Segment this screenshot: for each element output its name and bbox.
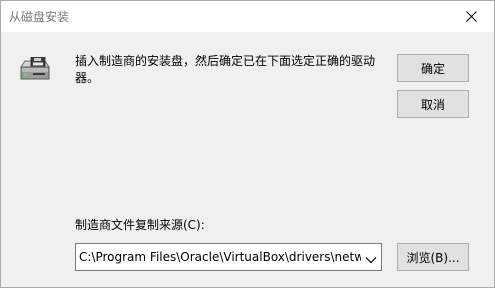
close-button[interactable] bbox=[448, 1, 494, 32]
title-bar: 从磁盘安装 bbox=[1, 1, 494, 32]
window-title: 从磁盘安装 bbox=[9, 10, 70, 24]
cancel-button[interactable]: 取消 bbox=[397, 90, 469, 118]
chevron-down-icon[interactable] bbox=[365, 253, 377, 264]
source-path-value[interactable]: C:\Program Files\Oracle\VirtualBox\drive… bbox=[79, 250, 361, 264]
ok-button[interactable]: 确定 bbox=[397, 54, 469, 82]
install-from-disk-dialog: 从磁盘安装 插入制造商的安装盘，然后确定已在下面选定正确的驱动器。 确定 取消 … bbox=[0, 0, 495, 288]
close-icon bbox=[465, 11, 477, 22]
browse-button[interactable]: 浏览(B)... bbox=[397, 243, 469, 271]
source-path-label: 制造商文件复制来源(C): bbox=[75, 218, 205, 232]
source-path-combobox[interactable]: C:\Program Files\Oracle\VirtualBox\drive… bbox=[75, 243, 382, 271]
instruction-message: 插入制造商的安装盘，然后确定已在下面选定正确的驱动器。 bbox=[75, 54, 376, 85]
floppy-disk-icon bbox=[19, 56, 51, 83]
